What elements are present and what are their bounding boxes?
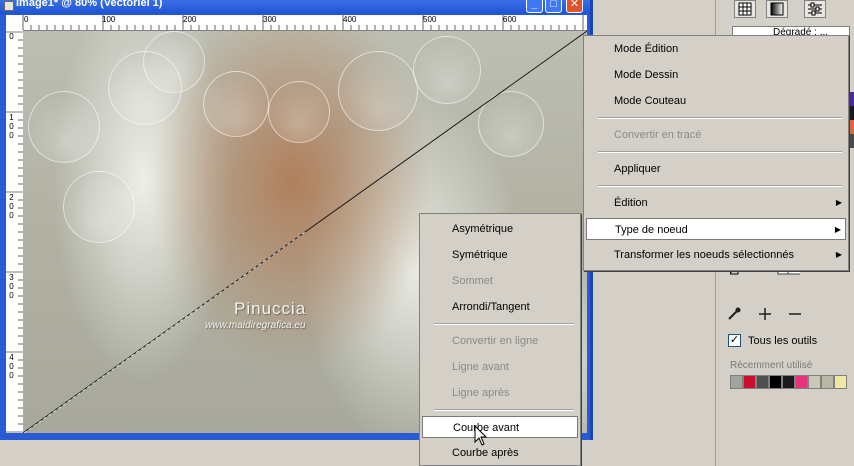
recent-color-swatch[interactable] [769, 375, 782, 389]
menu-item-sommet[interactable]: Sommet [422, 270, 578, 292]
ruler-label: 3 [9, 273, 14, 282]
menu-item-label: Arrondi/Tangent [452, 301, 530, 313]
all-tools-toggle[interactable]: ✓ Tous les outils [728, 333, 852, 349]
menu-item-label: Convertir en tracé [614, 129, 702, 141]
submenu-arrow-icon: ▶ [835, 198, 842, 207]
menu-item-label: Édition [614, 197, 648, 209]
menu-item-edition[interactable]: Édition ▶ [586, 192, 846, 214]
all-tools-label: Tous les outils [748, 335, 818, 347]
ruler-label: 0 [24, 15, 29, 24]
ruler-label: 100 [102, 15, 116, 24]
minus-icon[interactable] [787, 306, 803, 322]
menu-item-asymetrique[interactable]: Asymétrique [422, 218, 578, 240]
maximize-button[interactable]: □ [545, 0, 562, 13]
ruler-label: 0 [9, 202, 14, 211]
all-tools-checkbox[interactable]: ✓ [728, 334, 741, 347]
ruler-label: 4 [9, 353, 14, 362]
menu-item-label: Sommet [452, 275, 493, 287]
document-icon [4, 1, 14, 11]
close-button[interactable]: ✕ [566, 0, 583, 13]
ruler-label: 0 [9, 371, 14, 380]
submenu-arrow-icon: ▶ [834, 225, 841, 234]
menu-item-type-de-noeud[interactable]: Type de noeud ▶ [586, 218, 846, 240]
ruler-label: 0 [9, 122, 14, 131]
menu-separator [434, 323, 574, 325]
recent-color-swatch[interactable] [834, 375, 847, 389]
ruler-label: 0 [9, 131, 14, 140]
minimize-button[interactable]: _ [526, 0, 543, 13]
tool-buttons [726, 306, 846, 322]
adjust-button[interactable] [804, 0, 826, 18]
menu-item-label: Ligne avant [452, 361, 509, 373]
menu-item-symetrique[interactable]: Symétrique [422, 244, 578, 266]
ruler-label: 500 [423, 15, 437, 24]
recent-color-swatch[interactable] [782, 375, 795, 389]
ruler-label: 400 [343, 15, 357, 24]
vector-context-menu: Mode Édition Mode Dessin Mode Couteau Co… [583, 35, 849, 271]
menu-item-appliquer[interactable]: Appliquer [586, 158, 846, 180]
menu-item-label: Convertir en ligne [452, 335, 539, 347]
grid-icon [738, 2, 752, 16]
title-bar[interactable]: Image1* @ 80% (Vectoriel 1) _ □ ✕ [0, 0, 590, 14]
ruler-label: 600 [503, 15, 517, 24]
adjust-icon [808, 2, 822, 16]
ruler-label: 0 [9, 32, 14, 41]
menu-item-ligne-avant[interactable]: Ligne avant [422, 356, 578, 378]
menu-item-convertir-en-trace[interactable]: Convertir en tracé [586, 124, 846, 146]
grid-button[interactable] [734, 0, 756, 18]
ruler-label: 2 [9, 193, 14, 202]
recent-color-swatch[interactable] [821, 375, 834, 389]
node-type-submenu: Asymétrique Symétrique Sommet Arrondi/Ta… [419, 213, 581, 466]
vertical-ruler: 0 1 0 0 2 0 0 3 0 0 4 0 0 [6, 30, 24, 433]
window-title: Image1* @ 80% (Vectoriel 1) [16, 0, 163, 9]
ruler-label: 0 [9, 362, 14, 371]
submenu-arrow-icon: ▶ [835, 250, 842, 259]
recent-color-swatch[interactable] [730, 375, 743, 389]
ruler-label: 1 [9, 113, 14, 122]
menu-item-label: Ligne après [452, 387, 510, 399]
ruler-label: 200 [183, 15, 197, 24]
recent-color-swatch[interactable] [743, 375, 756, 389]
menu-item-mode-dessin[interactable]: Mode Dessin [586, 64, 846, 86]
ruler-label: 0 [9, 282, 14, 291]
recent-colors [730, 375, 852, 389]
plus-icon[interactable] [757, 306, 773, 322]
ruler-ticks [22, 15, 584, 30]
menu-item-convertir-en-ligne[interactable]: Convertir en ligne [422, 330, 578, 352]
horizontal-ruler: 0 100 200 300 400 500 600 [6, 15, 587, 31]
menu-item-courbe-apres[interactable]: Courbe après [422, 442, 578, 464]
gradient-icon [770, 2, 784, 16]
menu-item-transformer-noeuds[interactable]: Transformer les noeuds sélectionnés ▶ [586, 244, 846, 266]
menu-separator [598, 117, 842, 119]
ruler-label: 0 [9, 211, 14, 220]
ruler-label: 0 [9, 291, 14, 300]
menu-separator [598, 151, 842, 153]
recent-color-swatch[interactable] [808, 375, 821, 389]
recent-color-swatch[interactable] [756, 375, 769, 389]
recent-color-swatch[interactable] [795, 375, 808, 389]
menu-item-label: Mode Couteau [614, 95, 687, 107]
menu-item-arrondi-tangent[interactable]: Arrondi/Tangent [422, 296, 578, 318]
menu-separator [434, 409, 574, 411]
menu-item-mode-couteau[interactable]: Mode Couteau [586, 90, 846, 112]
menu-item-label: Transformer les noeuds sélectionnés [614, 249, 794, 261]
menu-item-label: Appliquer [614, 163, 661, 175]
menu-separator [598, 185, 842, 187]
recent-colors-label: Récemment utilisé [730, 360, 813, 371]
ruler-label: 300 [263, 15, 277, 24]
menu-item-ligne-apres[interactable]: Ligne après [422, 382, 578, 404]
eyedropper-icon[interactable] [726, 306, 742, 322]
menu-item-label: Mode Dessin [614, 69, 679, 81]
menu-item-mode-edition[interactable]: Mode Édition [586, 38, 846, 60]
menu-item-label: Asymétrique [452, 223, 514, 235]
menu-item-label: Type de noeud [615, 224, 688, 236]
menu-item-courbe-avant[interactable]: Courbe avant [422, 416, 578, 438]
mouse-cursor-icon [474, 425, 488, 446]
menu-item-label: Mode Édition [614, 43, 679, 55]
gradient-button[interactable] [766, 0, 788, 18]
menu-item-label: Symétrique [452, 249, 508, 261]
